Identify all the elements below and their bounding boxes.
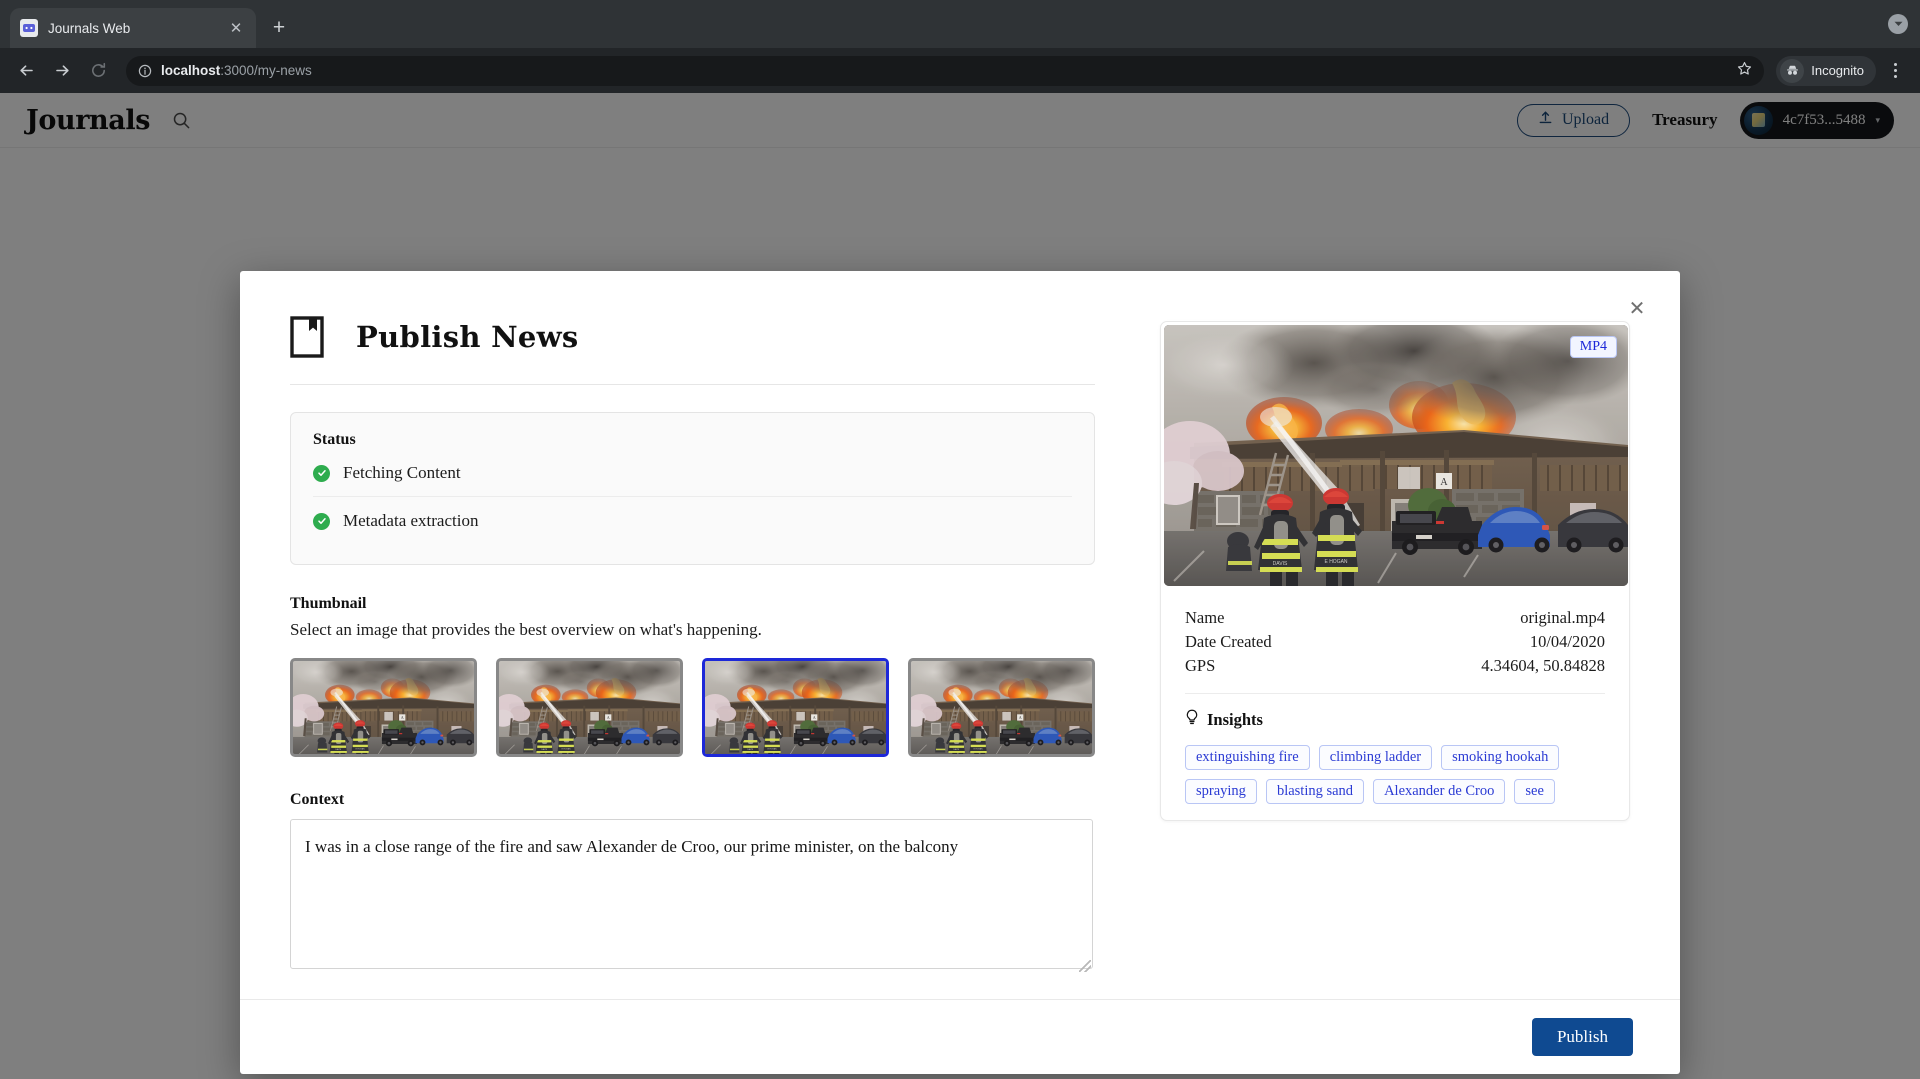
publish-news-modal: ✕ Publish News Status Fetching Content M…	[240, 271, 1680, 1074]
insight-tag[interactable]: smoking hookah	[1441, 745, 1560, 770]
status-item-fetching-content: Fetching Content	[313, 449, 1072, 496]
page-viewport: Journals Upload Treasury 4c7f53...5488 ▾	[0, 93, 1920, 1079]
insight-tag[interactable]: extinguishing fire	[1185, 745, 1310, 770]
address-bar-url: localhost:3000/my-news	[161, 63, 312, 78]
status-item-metadata-extraction: Metadata extraction	[313, 496, 1072, 544]
metadata-row-name: Name original.mp4	[1185, 606, 1605, 630]
chevron-down-icon[interactable]	[1888, 14, 1908, 34]
thumbnail-image: A DAVIS E HOGAN	[499, 661, 680, 754]
status-card: Status Fetching Content Metadata extract…	[290, 412, 1095, 565]
resize-handle-icon[interactable]	[1079, 960, 1091, 972]
insights-heading-row: Insights	[1164, 694, 1626, 731]
metadata-value: 10/04/2020	[1529, 632, 1605, 651]
new-tab-button[interactable]: +	[264, 13, 294, 43]
incognito-avatar-icon	[1780, 58, 1805, 83]
incognito-profile-button[interactable]: Incognito	[1776, 55, 1876, 86]
browser-tab-strip: Journals Web ✕ +	[0, 0, 1920, 48]
modal-right-column: A DAVIS E HOGAN MP4 Name original.mp4 Da…	[1160, 316, 1630, 974]
context-textarea[interactable]	[290, 819, 1093, 969]
media-preview[interactable]: A DAVIS E HOGAN MP4	[1164, 325, 1628, 586]
browser-toolbar: localhost:3000/my-news Incognito	[0, 48, 1920, 93]
context-section: Context	[290, 791, 1095, 974]
tab-close-icon[interactable]: ✕	[226, 18, 246, 38]
metadata-key: Name	[1185, 608, 1225, 627]
lightbulb-icon	[1185, 709, 1199, 731]
publish-button[interactable]: Publish	[1531, 1018, 1633, 1056]
insight-tag[interactable]: climbing ladder	[1318, 745, 1433, 770]
media-preview-image: A DAVIS E HOGAN	[1164, 325, 1628, 586]
journal-book-icon	[290, 316, 324, 358]
site-info-icon[interactable]	[138, 64, 152, 78]
insights-tag-list: extinguishing fire climbing ladder smoki…	[1164, 731, 1584, 804]
status-item-label: Metadata extraction	[343, 511, 479, 530]
address-bar[interactable]: localhost:3000/my-news	[126, 55, 1765, 86]
insights-heading: Insights	[1207, 710, 1263, 729]
modal-left-column: Publish News Status Fetching Content Met…	[290, 316, 1095, 974]
insight-tag[interactable]: see	[1514, 779, 1555, 804]
tabstrip-right-controls	[1888, 14, 1908, 34]
forward-arrow-icon[interactable]	[46, 55, 78, 87]
browser-window: Journals Web ✕ + localhost:3000/my-news	[0, 0, 1920, 1079]
thumbnail-option-4[interactable]: A DAVIS E HOGAN	[908, 658, 1095, 757]
media-card: A DAVIS E HOGAN MP4 Name original.mp4 Da…	[1160, 321, 1630, 821]
browser-tab-title: Journals Web	[48, 20, 131, 36]
metadata-key: Date Created	[1185, 632, 1272, 651]
metadata-value: original.mp4	[1520, 608, 1605, 627]
media-type-badge: MP4	[1569, 336, 1617, 358]
context-label: Context	[290, 791, 345, 808]
thumbnail-section: Thumbnail Select an image that provides …	[290, 595, 1095, 757]
back-arrow-icon[interactable]	[10, 55, 42, 87]
url-path: :3000/my-news	[220, 63, 312, 78]
title-divider	[290, 384, 1095, 385]
thumbnail-label: Thumbnail	[290, 595, 367, 612]
thumbnail-image: A DAVIS E HOGAN	[293, 661, 474, 754]
kebab-menu-icon[interactable]	[1880, 56, 1910, 86]
status-heading: Status	[313, 431, 356, 448]
insight-tag[interactable]: spraying	[1185, 779, 1257, 804]
check-circle-icon	[313, 464, 330, 482]
bookmark-star-icon[interactable]	[1737, 61, 1752, 81]
journals-favicon-icon	[20, 19, 38, 37]
thumbnail-option-3[interactable]: A DAVIS E HOGAN	[702, 658, 889, 757]
thumbnail-option-2[interactable]: A DAVIS E HOGAN	[496, 658, 683, 757]
metadata-key: GPS	[1185, 656, 1216, 675]
metadata-row-date-created: Date Created 10/04/2020	[1185, 630, 1605, 654]
media-metadata-list: Name original.mp4 Date Created 10/04/202…	[1164, 586, 1626, 678]
metadata-value: 4.34604, 50.84828	[1481, 656, 1605, 675]
thumbnail-description: Select an image that provides the best o…	[290, 620, 762, 639]
context-input-wrapper	[290, 809, 1093, 974]
status-item-label: Fetching Content	[343, 463, 461, 482]
thumbnail-option-1[interactable]: A DAVIS E HOGAN	[290, 658, 477, 757]
thumbnail-image: A DAVIS E HOGAN	[911, 661, 1092, 754]
incognito-label: Incognito	[1811, 63, 1864, 78]
reload-icon[interactable]	[82, 55, 114, 87]
insight-tag[interactable]: Alexander de Croo	[1373, 779, 1506, 804]
page-title: Publish News	[356, 320, 579, 354]
insight-tag[interactable]: blasting sand	[1265, 779, 1365, 804]
modal-body: Publish News Status Fetching Content Met…	[240, 271, 1680, 974]
modal-close-icon[interactable]: ✕	[1622, 293, 1652, 323]
browser-tab[interactable]: Journals Web ✕	[10, 8, 256, 48]
modal-footer: Publish	[240, 999, 1680, 1074]
url-host: localhost	[161, 63, 221, 78]
modal-title-row: Publish News	[290, 316, 1095, 358]
metadata-row-gps: GPS 4.34604, 50.84828	[1185, 654, 1605, 678]
check-circle-icon	[313, 512, 330, 530]
thumbnail-image: A DAVIS E HOGAN	[705, 661, 886, 754]
thumbnail-options: A DAVIS E HOGAN A DAVIS E HOGAN A DAVIS …	[290, 658, 1095, 757]
